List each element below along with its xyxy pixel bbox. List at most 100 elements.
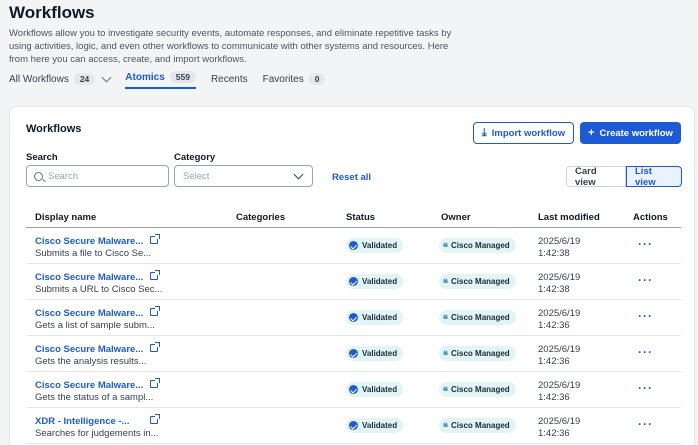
modified-time: 1:42:38 (538, 248, 570, 259)
owner-text: Cisco Managed (451, 313, 510, 322)
table-row: Cisco Secure Malware... Gets the analysi… (26, 336, 681, 372)
tab-label: Atomics (125, 71, 165, 83)
chevron-down-icon (293, 169, 304, 179)
status-text: Validated (362, 421, 398, 430)
workflows-table: Display name Categories Status Owner Las… (26, 205, 681, 444)
modified-date: 2025/6/19 (538, 380, 581, 391)
table-header: Display name Categories Status Owner Las… (26, 205, 681, 228)
owner-text: Cisco Managed (451, 421, 510, 430)
table-row: Cisco Secure Malware... Gets the status … (26, 372, 681, 408)
status-badge: Validated (346, 274, 404, 289)
last-modified: 2025/6/19 1:42:38 (538, 236, 580, 260)
table-row: Cisco Secure Malware... Gets a list of s… (26, 300, 681, 336)
workflow-name-link[interactable]: Cisco Secure Malware... (35, 380, 143, 391)
card-title: Workflows (26, 123, 82, 135)
owner-badge: ılıılı Cisco Managed (439, 274, 516, 289)
tab-label: Recents (210, 73, 248, 85)
import-workflow-button[interactable]: ⤓ Import workflow (473, 122, 574, 144)
check-circle-icon (349, 349, 358, 358)
more-actions-button[interactable]: ··· (638, 381, 653, 395)
status-badge: Validated (346, 418, 404, 433)
header-owner[interactable]: Owner (441, 212, 471, 223)
external-link-icon[interactable] (150, 234, 160, 244)
tab-label: Favorites (262, 73, 304, 85)
external-link-icon[interactable] (150, 270, 160, 280)
owner-badge: ılıılı Cisco Managed (439, 346, 516, 361)
table-body: Cisco Secure Malware... Submits a file t… (26, 228, 681, 444)
header-status[interactable]: Status (346, 212, 375, 223)
cisco-logo-icon: ılıılı (443, 242, 448, 249)
workflow-name-link[interactable]: Cisco Secure Malware... (35, 272, 143, 283)
tab-all-workflows[interactable]: All Workflows 24 (9, 69, 112, 89)
status-badge: Validated (346, 382, 404, 397)
tab-count: 0 (308, 73, 326, 85)
last-modified: 2025/6/19 1:42:36 (538, 344, 580, 368)
more-actions-button[interactable]: ··· (638, 309, 653, 323)
workflow-name-link[interactable]: Cisco Secure Malware... (35, 344, 143, 355)
external-link-icon[interactable] (150, 414, 160, 424)
modified-time: 1:42:38 (538, 284, 570, 295)
import-icon: ⤓ (481, 126, 487, 139)
workflow-description: Gets the status of a sampl... (35, 392, 154, 403)
cisco-logo-icon: ılıılı (443, 314, 448, 321)
workflows-card: Workflows ⤓ Import workflow + Create wor… (9, 106, 695, 445)
cisco-logo-icon: ılıılı (443, 386, 448, 393)
modified-time: 1:42:36 (538, 428, 570, 439)
create-workflow-button[interactable]: + Create workflow (580, 122, 681, 144)
owner-badge: ılıılı Cisco Managed (439, 418, 516, 433)
workflow-description: Gets a list of sample subm... (35, 320, 155, 331)
owner-text: Cisco Managed (451, 349, 510, 358)
check-circle-icon (349, 277, 358, 286)
more-actions-button[interactable]: ··· (638, 345, 653, 359)
last-modified: 2025/6/19 1:42:36 (538, 380, 580, 404)
page-title: Workflows (9, 3, 95, 22)
header-last-modified[interactable]: Last modified (538, 212, 600, 223)
category-label: Category (174, 152, 216, 163)
external-link-icon[interactable] (150, 306, 160, 316)
owner-badge: ılıılı Cisco Managed (439, 238, 516, 253)
card-view-button[interactable]: Card view (566, 166, 626, 188)
more-actions-button[interactable]: ··· (638, 237, 653, 251)
check-circle-icon (349, 421, 358, 430)
reset-all-link[interactable]: Reset all (332, 172, 371, 183)
view-toggle: Card view List view (566, 166, 682, 188)
status-badge: Validated (346, 346, 404, 361)
header-categories[interactable]: Categories (236, 212, 285, 223)
owner-text: Cisco Managed (451, 277, 510, 286)
status-badge: Validated (346, 310, 404, 325)
status-text: Validated (362, 277, 398, 286)
workflow-name-link[interactable]: Cisco Secure Malware... (35, 236, 143, 247)
last-modified: 2025/6/19 1:42:38 (538, 272, 580, 296)
owner-badge: ılıılı Cisco Managed (439, 310, 516, 325)
tab-atomics[interactable]: Atomics 559 (125, 69, 196, 89)
modified-date: 2025/6/19 (538, 272, 581, 283)
workflow-description: Submits a file to Cisco Se... (35, 248, 152, 259)
chevron-down-icon[interactable] (101, 72, 112, 82)
modified-date: 2025/6/19 (538, 308, 581, 319)
workflow-name-link[interactable]: XDR - Intelligence -... (35, 416, 130, 427)
category-select-value: Select (183, 170, 210, 182)
external-link-icon[interactable] (150, 378, 160, 388)
list-view-button[interactable]: List view (626, 166, 682, 188)
modified-time: 1:42:36 (538, 356, 570, 367)
more-actions-button[interactable]: ··· (638, 273, 653, 287)
check-circle-icon (349, 241, 358, 250)
workflow-description: Gets the analysis results... (35, 356, 147, 367)
owner-text: Cisco Managed (451, 385, 510, 394)
search-label: Search (26, 152, 58, 163)
search-input[interactable] (48, 170, 158, 182)
check-circle-icon (349, 385, 358, 394)
status-text: Validated (362, 313, 398, 322)
external-link-icon[interactable] (150, 342, 160, 352)
table-row: XDR - Intelligence -... Searches for jud… (26, 408, 681, 444)
workflow-name-link[interactable]: Cisco Secure Malware... (35, 308, 143, 319)
tab-favorites[interactable]: Favorites 0 (263, 69, 326, 89)
category-select[interactable]: Select (174, 165, 313, 187)
more-actions-button[interactable]: ··· (638, 417, 653, 431)
workflow-tabs: All Workflows 24 Atomics 559 Recents Fav… (9, 69, 340, 91)
tab-count: 24 (73, 73, 96, 85)
cisco-logo-icon: ılıılı (443, 350, 448, 357)
header-display-name[interactable]: Display name (35, 212, 96, 223)
search-field[interactable] (26, 165, 169, 187)
tab-recents[interactable]: Recents (211, 69, 248, 89)
